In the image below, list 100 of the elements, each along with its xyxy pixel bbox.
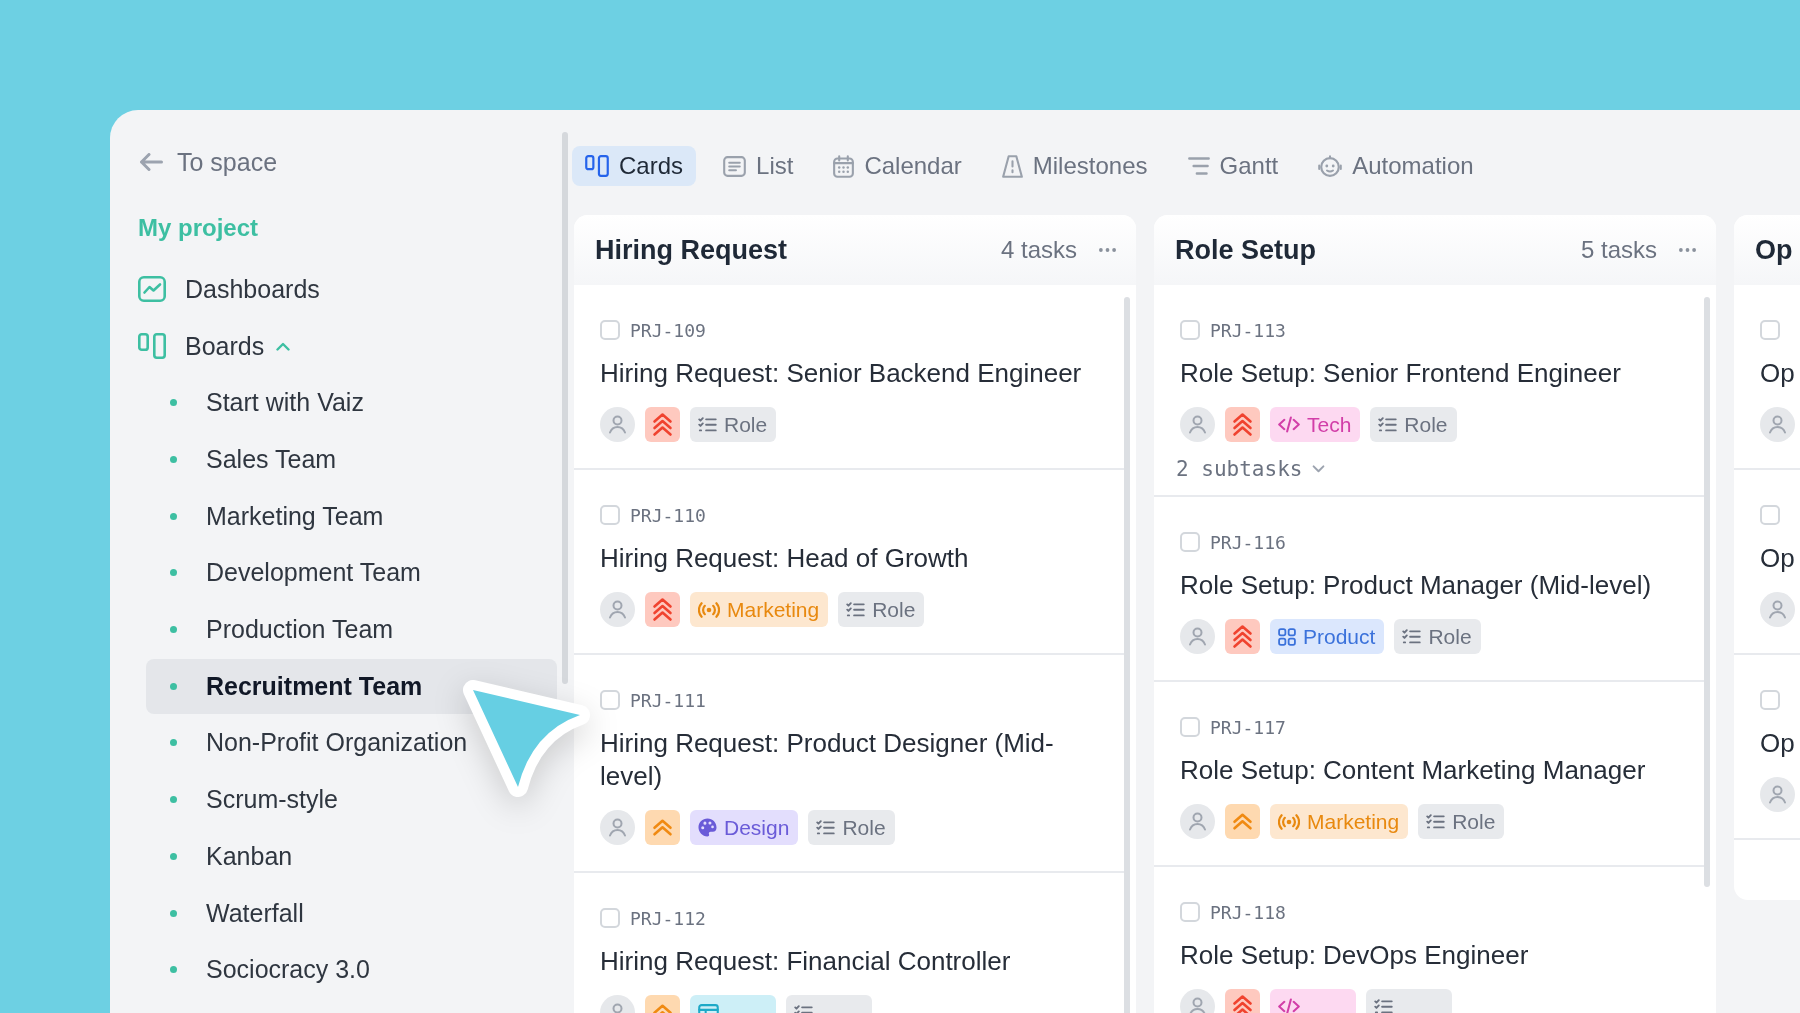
bullet-icon bbox=[170, 512, 177, 520]
task-checkbox[interactable] bbox=[600, 505, 620, 525]
task-count: 4 tasks bbox=[1000, 236, 1077, 264]
task-checkbox[interactable] bbox=[1180, 320, 1200, 340]
chevrons-up-icon[interactable] bbox=[645, 592, 680, 627]
ellipsis-icon bbox=[1099, 248, 1116, 252]
sidebar-item[interactable]: Dashboards bbox=[138, 260, 320, 318]
calendar-icon bbox=[833, 154, 855, 178]
tag-label: Role bbox=[724, 412, 768, 437]
scrollbar-thumb[interactable] bbox=[1124, 297, 1130, 1013]
staggered-lines-icon bbox=[1187, 157, 1210, 175]
column-title: Hiring Request bbox=[595, 234, 788, 266]
chevrons-up-icon[interactable] bbox=[1225, 804, 1260, 839]
scrollbar-thumb[interactable] bbox=[562, 132, 568, 684]
tag-label: Marketing bbox=[1307, 809, 1400, 834]
task-title: Op bbox=[1760, 357, 1795, 390]
checklist-icon bbox=[698, 417, 717, 432]
task-checkbox[interactable] bbox=[1760, 505, 1780, 525]
view-tab[interactable]: Gantt bbox=[1174, 146, 1292, 186]
sidebar-item[interactable]: Waterfall bbox=[146, 885, 557, 941]
sidebar-item[interactable]: Sociocracy 3.0 bbox=[146, 942, 557, 998]
sidebar-item[interactable]: Boards bbox=[138, 317, 291, 375]
person-avatar-icon[interactable] bbox=[1180, 804, 1215, 839]
column-title: Role Setup bbox=[1175, 234, 1316, 266]
person-avatar-icon[interactable] bbox=[1760, 777, 1795, 812]
task-checkbox[interactable] bbox=[600, 320, 620, 340]
task-id: PRJ-112 bbox=[630, 907, 706, 929]
project-title: My project bbox=[138, 213, 259, 243]
task-title: Op bbox=[1760, 542, 1795, 575]
bullet-icon bbox=[170, 569, 177, 577]
chevrons-up-icon[interactable] bbox=[1225, 407, 1260, 442]
task-count: 5 tasks bbox=[1580, 236, 1657, 264]
columns-icon bbox=[138, 333, 166, 359]
ellipsis-icon bbox=[1679, 248, 1696, 252]
checklist-icon bbox=[1374, 999, 1393, 1013]
task-title: Role Setup: DevOps Engineer bbox=[1180, 939, 1529, 972]
checklist-icon bbox=[1378, 417, 1398, 432]
view-tab[interactable]: List bbox=[710, 146, 807, 186]
task-id: PRJ-110 bbox=[630, 504, 706, 526]
person-avatar-icon[interactable] bbox=[600, 592, 635, 627]
task-title: Role Setup: Content Marketing Manager bbox=[1180, 754, 1646, 787]
bullet-icon bbox=[170, 852, 177, 860]
back-link[interactable]: To space bbox=[140, 144, 278, 180]
task-checkbox[interactable] bbox=[1180, 902, 1200, 922]
chevrons-up-icon[interactable] bbox=[645, 407, 680, 442]
tag-label: Marketing bbox=[727, 597, 820, 622]
sidebar-item[interactable]: Sales Team bbox=[146, 432, 557, 488]
task-title: Role Setup: Product Manager (Mid-level) bbox=[1180, 569, 1652, 602]
grid-icon bbox=[1278, 627, 1296, 646]
view-tab[interactable]: Cards bbox=[572, 146, 697, 186]
view-tab[interactable]: Automation bbox=[1305, 146, 1487, 186]
bullet-icon bbox=[170, 739, 177, 747]
subtasks-toggle[interactable]: 2 subtasks bbox=[1176, 456, 1326, 482]
tag-label: Design bbox=[724, 815, 790, 840]
bullet-icon bbox=[170, 682, 177, 690]
tag-label: Role bbox=[1452, 809, 1496, 834]
broadcast-icon bbox=[698, 601, 720, 618]
view-tab[interactable]: Milestones bbox=[988, 146, 1161, 186]
person-avatar-icon[interactable] bbox=[1760, 407, 1795, 442]
columns-icon bbox=[585, 155, 609, 177]
checklist-icon bbox=[1426, 814, 1446, 829]
more-button[interactable] bbox=[1099, 248, 1116, 252]
task-checkbox[interactable] bbox=[1760, 320, 1780, 340]
sidebar-item[interactable]: Production Team bbox=[146, 602, 557, 658]
checklist-icon bbox=[846, 602, 866, 617]
person-avatar-icon[interactable] bbox=[1760, 592, 1795, 627]
checklist-icon bbox=[816, 820, 836, 835]
person-avatar-icon[interactable] bbox=[1180, 619, 1215, 654]
chart-icon bbox=[138, 276, 166, 302]
road-icon bbox=[1001, 154, 1023, 178]
task-checkbox[interactable] bbox=[1760, 690, 1780, 710]
view-tab[interactable]: Calendar bbox=[820, 146, 975, 186]
sidebar-item[interactable]: Scrum-style bbox=[146, 772, 557, 828]
scrollbar-thumb[interactable] bbox=[1704, 297, 1710, 887]
sidebar-item[interactable]: Start with Vaiz bbox=[146, 375, 557, 431]
person-avatar-icon[interactable] bbox=[600, 407, 635, 442]
chevrons-up-icon[interactable] bbox=[645, 810, 680, 845]
task-checkbox[interactable] bbox=[600, 690, 620, 710]
bullet-icon bbox=[170, 966, 177, 974]
tag-label: Tech bbox=[1307, 412, 1352, 437]
task-id: PRJ-117 bbox=[1210, 716, 1286, 738]
task-id: PRJ-111 bbox=[630, 689, 706, 711]
task-checkbox[interactable] bbox=[1180, 532, 1200, 552]
tag-label: Role bbox=[842, 815, 886, 840]
task-checkbox[interactable] bbox=[600, 908, 620, 928]
person-avatar-icon[interactable] bbox=[600, 810, 635, 845]
bullet-icon bbox=[170, 626, 177, 634]
sidebar-item[interactable]: Marketing Team bbox=[146, 488, 557, 544]
bullet-icon bbox=[170, 796, 177, 804]
broadcast-icon bbox=[1278, 813, 1300, 830]
task-title: Hiring Request: Head of Growth bbox=[600, 542, 969, 575]
chevrons-up-icon[interactable] bbox=[1225, 619, 1260, 654]
task-id: PRJ-116 bbox=[1210, 531, 1286, 553]
more-button[interactable] bbox=[1679, 248, 1696, 252]
task-checkbox[interactable] bbox=[1180, 717, 1200, 737]
code-icon bbox=[1278, 998, 1300, 1013]
sidebar-item[interactable]: Development Team bbox=[146, 545, 557, 601]
person-avatar-icon[interactable] bbox=[1180, 407, 1215, 442]
sidebar-item[interactable]: Kanban bbox=[146, 828, 557, 884]
checklist-icon bbox=[1402, 629, 1422, 644]
